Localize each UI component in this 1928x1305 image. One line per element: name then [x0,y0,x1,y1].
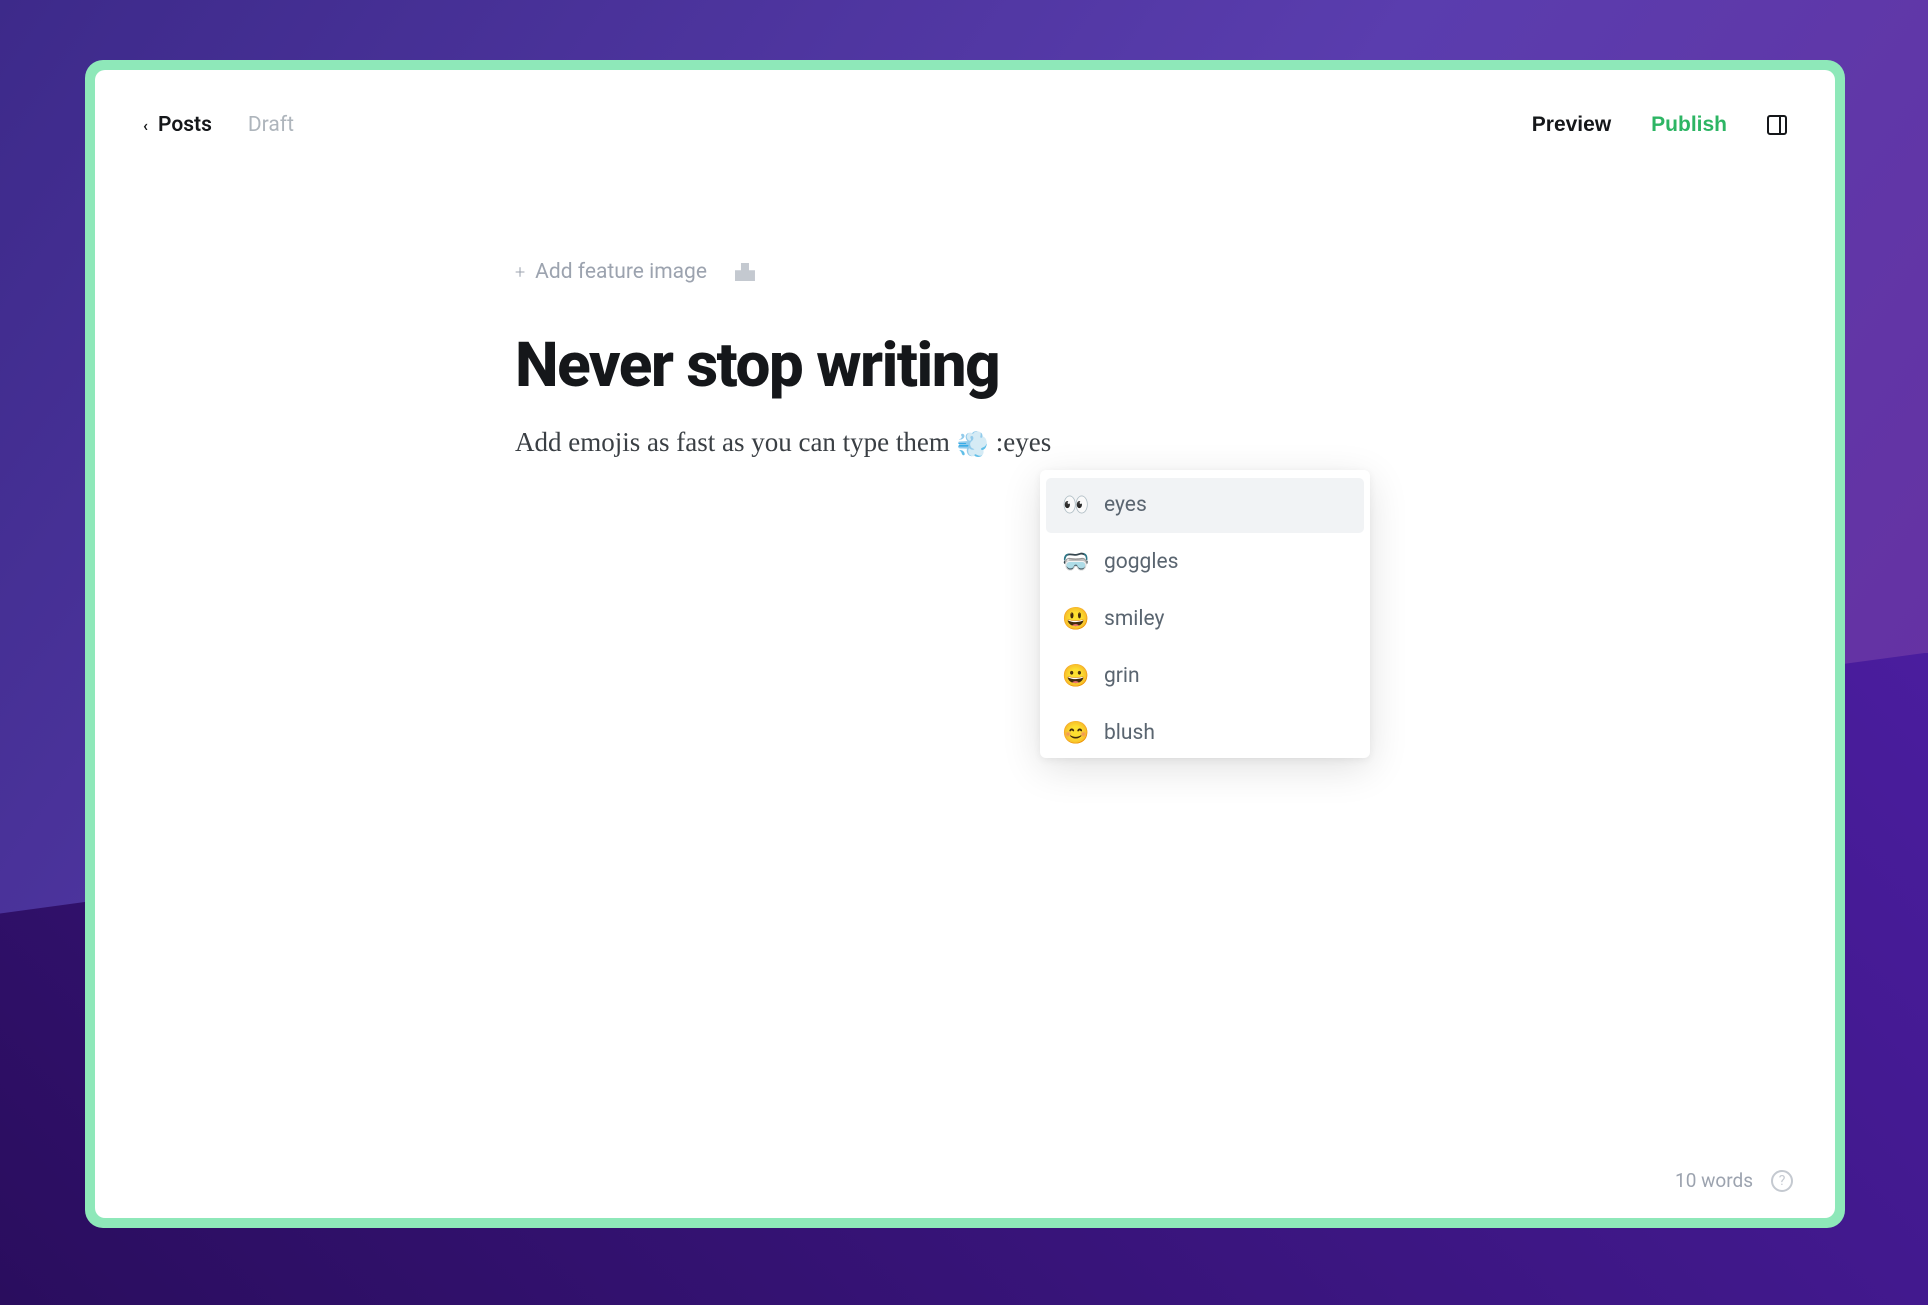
add-feature-image-button[interactable]: + Add feature image [515,260,707,284]
emoji-shortcode-input: :eyes [989,427,1051,457]
smiley-emoji-icon: 😃 [1062,603,1088,636]
body-text-prefix: Add emojis as fast as you can type them [515,427,957,457]
eyes-emoji-icon: 👀 [1062,489,1088,522]
unsplash-icon[interactable] [735,263,755,281]
feature-image-row: + Add feature image [455,260,1475,284]
preview-button[interactable]: Preview [1532,113,1611,137]
post-status: Draft [248,113,294,137]
goggles-emoji-icon: 🥽 [1062,546,1088,579]
emoji-option-grin[interactable]: 😀 grin [1046,649,1364,704]
emoji-option-label: grin [1104,661,1140,693]
topbar: ‹ Posts Draft Preview Publish [95,70,1835,150]
editor-footer: 10 words ? [1675,1169,1793,1192]
chevron-left-icon: ‹ [143,116,148,135]
help-button[interactable]: ? [1771,1170,1793,1192]
plus-icon: + [515,262,525,283]
emoji-autocomplete-popup: 👀eyes🥽goggles😃smiley😀grin😊blush😄smile [1040,470,1370,758]
breadcrumb: ‹ Posts Draft [143,113,294,137]
help-icon: ? [1779,1173,1786,1189]
word-count: 10 words [1675,1169,1753,1192]
sidepanel-icon [1767,115,1787,135]
blush-emoji-icon: 😊 [1062,717,1088,750]
breadcrumb-label: Posts [158,113,212,137]
toggle-sidepanel-button[interactable] [1767,115,1787,135]
emoji-option-label: smiley [1104,604,1164,636]
publish-button[interactable]: Publish [1651,113,1727,137]
emoji-option-eyes[interactable]: 👀 eyes [1046,478,1364,533]
post-title-input[interactable]: Never stop writing [455,332,1475,400]
topbar-actions: Preview Publish [1532,113,1787,137]
emoji-option-label: blush [1104,718,1155,750]
grin-emoji-icon: 😀 [1062,660,1088,693]
emoji-option-smiley[interactable]: 😃 smiley [1046,592,1364,647]
editor-content: + Add feature image Never stop writing A… [455,150,1475,464]
emoji-option-label: goggles [1104,547,1178,579]
emoji-option-label: eyes [1104,490,1147,522]
emoji-option-goggles[interactable]: 🥽 goggles [1046,535,1364,590]
app-window: ‹ Posts Draft Preview Publish + Add feat… [85,60,1845,1228]
post-body-editor[interactable]: Add emojis as fast as you can type them … [455,422,1475,464]
add-feature-image-label: Add feature image [535,260,707,284]
dash-emoji: 💨 [957,430,989,459]
editor-surface: ‹ Posts Draft Preview Publish + Add feat… [95,70,1835,1218]
emoji-option-blush[interactable]: 😊 blush [1046,706,1364,758]
back-to-posts-link[interactable]: ‹ Posts [143,113,212,137]
